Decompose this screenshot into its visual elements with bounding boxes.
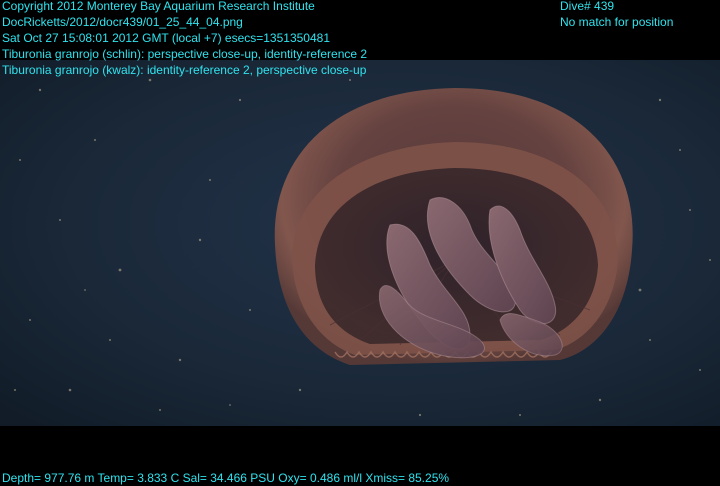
annotation-text-2: Tiburonia granrojo (kwalz): identity-ref… [2,63,367,77]
annotation-text-1: Tiburonia granrojo (schlin): perspective… [2,47,368,61]
dive-number-text: Dive# 439 [560,0,615,13]
jellyfish [274,88,633,365]
position-status-text: No match for position [560,15,674,29]
datetime-text: Sat Oct 27 15:08:01 2012 GMT (local +7) … [2,31,330,45]
copyright-text: Copyright 2012 Monterey Bay Aquarium Res… [2,0,315,13]
filename-text: DocRicketts/2012/docr439/01_25_44_04.png [2,15,243,29]
telemetry-text: Depth= 977.76 m Temp= 3.833 C Sal= 34.46… [2,471,450,485]
deep-sea-scene [0,60,720,426]
video-frame [0,60,720,426]
overlay-left: Copyright 2012 Monterey Bay Aquarium Res… [2,0,367,78]
overlay-right: Dive# 439 No match for position [560,0,673,30]
